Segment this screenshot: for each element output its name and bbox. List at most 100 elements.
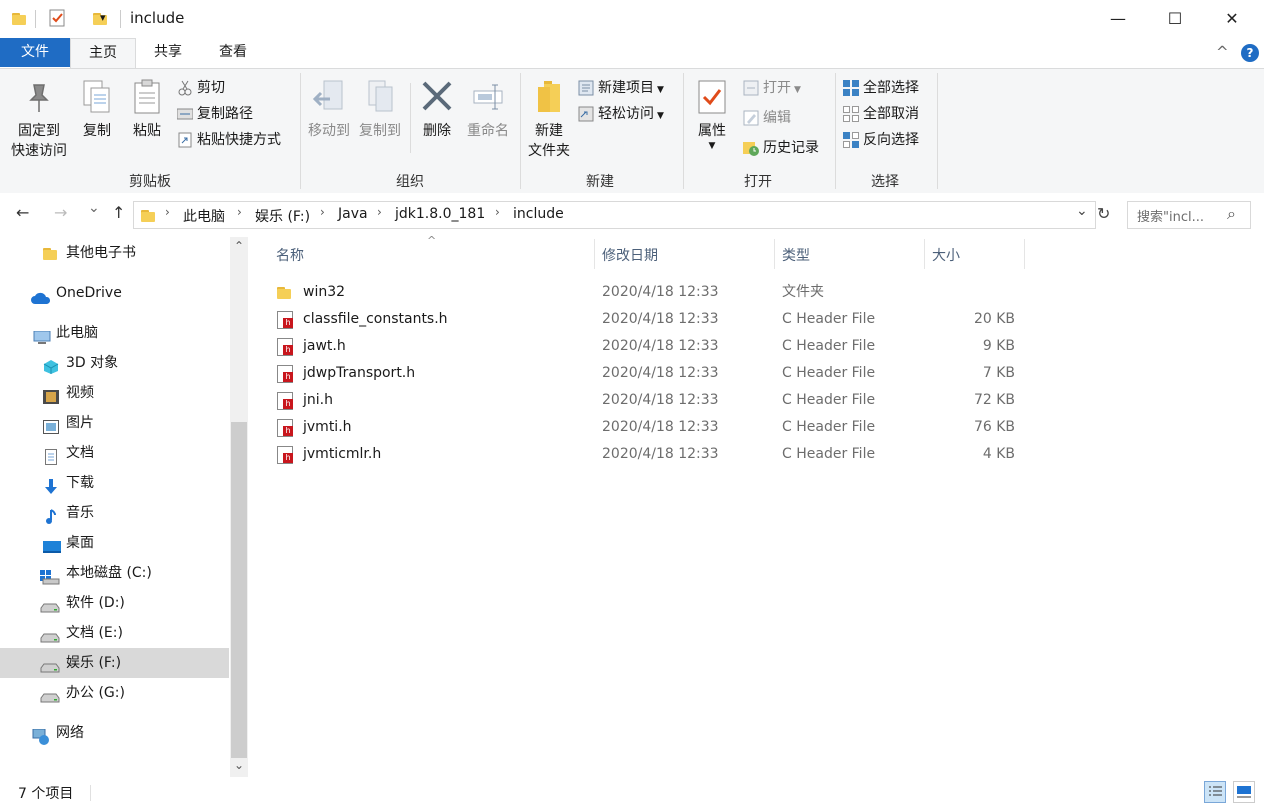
file-type: C Header File — [782, 419, 876, 435]
sidebar-item-other-ebooks[interactable]: 其他电子书 — [0, 238, 229, 268]
easy-access-button[interactable]: 轻松访问 ▼ — [578, 103, 664, 125]
breadcrumb-jdk[interactable]: jdk1.8.0_181 — [395, 206, 485, 222]
sidebar-item-drive-c[interactable]: 本地磁盘 (C:) — [0, 558, 229, 588]
sidebar-item-music[interactable]: 音乐 — [0, 498, 229, 528]
sidebar-item-downloads[interactable]: 下载 — [0, 468, 229, 498]
breadcrumb-java[interactable]: Java — [338, 206, 368, 222]
sidebar-item-desktop[interactable]: 桌面 — [0, 528, 229, 558]
help-icon[interactable]: ? — [1241, 44, 1259, 62]
refresh-button[interactable]: ↻ — [1097, 204, 1110, 223]
copy-to-button[interactable]: 复制到 — [356, 79, 404, 141]
column-header-type[interactable]: 类型 — [782, 245, 810, 265]
pin-to-quick-access-button[interactable]: 固定到 快速访问 — [6, 79, 72, 161]
tab-view[interactable]: 查看 — [200, 38, 266, 67]
search-box[interactable]: 搜索"incl... ⌕ — [1127, 201, 1251, 229]
invert-selection-button[interactable]: 反向选择 — [843, 129, 919, 151]
column-divider[interactable] — [774, 239, 775, 269]
minimize-button[interactable]: — — [1089, 0, 1147, 38]
file-list: ^ 名称 修改日期 类型 大小 win32 2020/4/18 12:33 文件… — [250, 234, 1264, 777]
tab-file[interactable]: 文件 — [0, 38, 70, 67]
paste-shortcut-button[interactable]: 粘贴快捷方式 — [177, 129, 281, 151]
sidebar-scrollbar-thumb[interactable] — [231, 422, 247, 758]
paste-button[interactable]: 粘贴 — [127, 79, 167, 141]
table-row[interactable]: classfile_constants.h 2020/4/18 12:33 C … — [272, 306, 1032, 333]
table-row[interactable]: jawt.h 2020/4/18 12:33 C Header File 9 K… — [272, 333, 1032, 360]
history-button[interactable]: 历史记录 — [743, 137, 819, 159]
select-none-button[interactable]: 全部取消 — [843, 103, 919, 125]
qat-dropdown-icon[interactable]: ▾ — [100, 11, 106, 24]
copy-to-icon — [368, 80, 393, 112]
address-dropdown-button[interactable]: ⌄ — [1076, 203, 1088, 219]
file-date: 2020/4/18 12:33 — [602, 284, 719, 300]
sidebar-item-network[interactable]: 网络 — [0, 718, 229, 748]
move-to-button[interactable]: 移动到 — [305, 79, 353, 141]
delete-label: 删除 — [423, 123, 451, 139]
search-input[interactable]: 搜索"incl... — [1137, 206, 1204, 225]
edit-button[interactable]: 编辑 — [743, 107, 791, 129]
search-icon[interactable]: ⌕ — [1227, 204, 1236, 224]
column-divider[interactable] — [924, 239, 925, 269]
maximize-button[interactable]: ☐ — [1146, 0, 1204, 38]
forward-button[interactable]: → — [54, 203, 67, 222]
tab-share[interactable]: 共享 — [136, 38, 200, 67]
collapse-ribbon-icon[interactable]: ^ — [1216, 43, 1229, 61]
up-button[interactable]: ↑ — [112, 203, 125, 222]
sidebar-item-drive-d[interactable]: 软件 (D:) — [0, 588, 229, 618]
column-header-name[interactable]: 名称 — [276, 245, 304, 265]
sidebar-item-3d-objects[interactable]: 3D 对象 — [0, 348, 229, 378]
file-date: 2020/4/18 12:33 — [602, 419, 719, 435]
open-button[interactable]: 打开 ▼ — [743, 77, 801, 99]
new-folder-button[interactable]: 新建 文件夹 — [524, 79, 574, 161]
breadcrumb-this-pc[interactable]: 此电脑 — [183, 206, 225, 226]
sidebar-item-pictures[interactable]: 图片 — [0, 408, 229, 438]
select-none-icon — [843, 106, 859, 122]
back-button[interactable]: ← — [16, 203, 29, 222]
breadcrumb-drive-f[interactable]: 娱乐 (F:) — [255, 206, 310, 226]
rename-button[interactable]: 重命名 — [463, 79, 513, 141]
new-item-label: 新建项目 — [598, 80, 654, 96]
copy-path-label: 复制路径 — [197, 106, 253, 122]
copy-button[interactable]: 复制 — [78, 79, 116, 141]
table-row[interactable]: jdwpTransport.h 2020/4/18 12:33 C Header… — [272, 360, 1032, 387]
new-item-button[interactable]: 新建项目 ▼ — [578, 77, 664, 99]
column-header-size[interactable]: 大小 — [932, 245, 960, 265]
tab-home[interactable]: 主页 — [70, 38, 136, 69]
sidebar-item-onedrive[interactable]: OneDrive — [0, 278, 229, 308]
large-icons-view-button[interactable] — [1233, 781, 1255, 803]
3d-objects-icon — [43, 356, 59, 374]
sidebar-item-this-pc[interactable]: 此电脑 — [0, 318, 229, 348]
close-button[interactable]: ✕ — [1203, 0, 1261, 38]
divider — [410, 83, 411, 153]
properties-button[interactable]: 属性 ▼ — [690, 79, 734, 151]
copy-path-button[interactable]: 复制路径 — [176, 103, 253, 125]
title-bar: ▾ include — ☐ ✕ — [0, 0, 1264, 38]
table-row[interactable]: win32 2020/4/18 12:33 文件夹 — [272, 279, 1032, 306]
column-header-date[interactable]: 修改日期 — [602, 245, 658, 265]
select-all-button[interactable]: 全部选择 — [843, 77, 919, 99]
recent-locations-button[interactable]: ⌄ — [88, 200, 100, 216]
column-divider[interactable] — [594, 239, 595, 269]
group-separator — [683, 73, 684, 189]
sidebar-item-drive-g[interactable]: 办公 (G:) — [0, 678, 229, 708]
folder-icon — [277, 285, 293, 303]
column-divider[interactable] — [1024, 239, 1025, 269]
breadcrumb-include[interactable]: include — [513, 206, 564, 222]
table-row[interactable]: jvmti.h 2020/4/18 12:33 C Header File 76… — [272, 414, 1032, 441]
properties-qat-icon[interactable] — [49, 9, 65, 27]
sidebar-item-drive-f[interactable]: 娱乐 (F:) — [0, 648, 229, 678]
address-bar[interactable]: › 此电脑 › 娱乐 (F:) › Java › jdk1.8.0_181 › … — [133, 201, 1096, 229]
scroll-down-button[interactable]: ⌄ — [234, 758, 244, 772]
cut-button[interactable]: 剪切 — [177, 77, 225, 99]
sidebar-item-drive-e[interactable]: 文档 (E:) — [0, 618, 229, 648]
details-view-button[interactable] — [1204, 781, 1226, 803]
dropdown-arrow-icon: ▼ — [708, 141, 716, 151]
sidebar-item-documents[interactable]: 文档 — [0, 438, 229, 468]
properties-label: 属性 — [698, 123, 726, 139]
table-row[interactable]: jni.h 2020/4/18 12:33 C Header File 72 K… — [272, 387, 1032, 414]
scroll-up-button[interactable]: ⌃ — [234, 239, 244, 253]
table-row[interactable]: jvmticmlr.h 2020/4/18 12:33 C Header Fil… — [272, 441, 1032, 468]
sidebar-item-videos[interactable]: 视频 — [0, 378, 229, 408]
sidebar-item-label: 文档 (E:) — [66, 625, 123, 641]
dropdown-arrow-icon: ▼ — [657, 111, 664, 121]
delete-button[interactable]: 删除 — [418, 79, 456, 141]
